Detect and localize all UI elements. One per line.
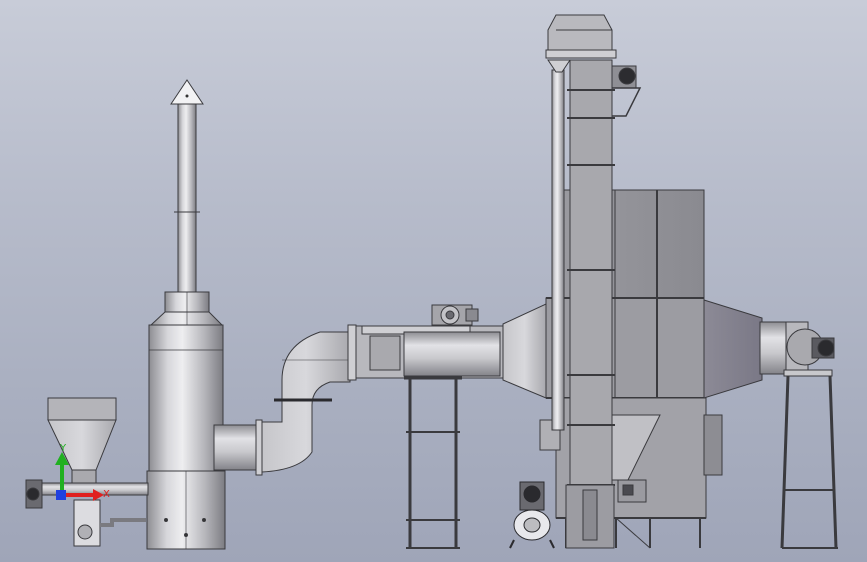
feed-hopper bbox=[25, 397, 149, 547]
x-axis-label: X bbox=[103, 489, 110, 500]
cad-model-scene: Y X bbox=[25, 14, 838, 550]
elbow-duct bbox=[261, 324, 357, 473]
filter-housing bbox=[502, 189, 787, 549]
z-axis-marker bbox=[56, 490, 66, 500]
exhaust-stack bbox=[146, 79, 263, 550]
y-axis-label: Y bbox=[59, 443, 67, 454]
exhaust-fan bbox=[780, 321, 838, 549]
air-compressor bbox=[509, 481, 555, 549]
cad-viewport[interactable]: Y X bbox=[0, 0, 867, 562]
blower-unit bbox=[355, 304, 505, 549]
